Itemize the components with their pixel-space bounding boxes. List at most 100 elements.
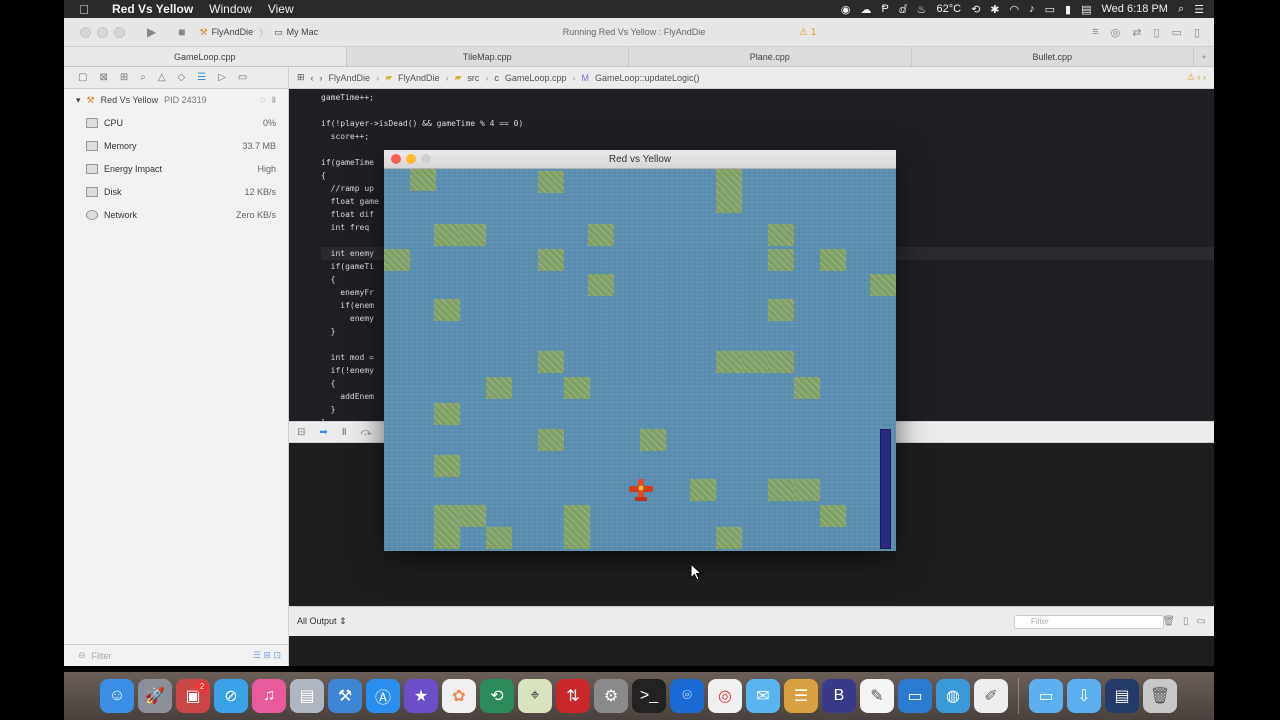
gauge-disk[interactable]: Disk 12 KB/s <box>64 180 288 203</box>
tab-bullet[interactable]: Bullet.cpp <box>912 47 1194 66</box>
symbol-navigator-icon[interactable]: ⊞ <box>120 72 128 83</box>
wifi-icon[interactable]: ◠ <box>1010 3 1020 16</box>
jumpbar-folder[interactable]: src <box>467 73 479 83</box>
app-menu[interactable]: Red Vs Yellow <box>104 2 201 16</box>
split-view-icon[interactable]: ▯ <box>1183 616 1189 627</box>
filter-options-icon[interactable]: ☰ ⊞ ⊡ <box>253 650 281 661</box>
time-machine-icon[interactable]: ⟲ <box>971 3 980 16</box>
launchpad-icon[interactable]: 🚀 <box>138 679 172 713</box>
minimize-button[interactable] <box>97 26 108 38</box>
screenshot-stack-icon[interactable]: ▤ <box>1105 679 1139 713</box>
bbedit-icon[interactable]: B <box>822 679 856 713</box>
game-minimize-button[interactable] <box>406 154 416 164</box>
assistant-editor-icon[interactable]: ◎ <box>1111 26 1121 39</box>
network-utility-icon[interactable]: ◍ <box>936 679 970 713</box>
console-filter-input[interactable]: Filter <box>1014 614 1164 629</box>
debug-area-toggle-icon[interactable]: ▭ <box>1172 26 1182 39</box>
notification-center-icon[interactable]: ☰ <box>1194 3 1204 16</box>
close-button[interactable] <box>80 26 91 38</box>
time-machine-icon[interactable]: ⟲ <box>480 679 514 713</box>
navigator-filter[interactable]: ⊖ Filter ☰ ⊞ ⊡ <box>64 644 289 666</box>
imovie-icon[interactable]: ★ <box>404 679 438 713</box>
console-toggle-icon[interactable]: ▭ <box>1197 616 1206 627</box>
gauge-cpu[interactable]: CPU 0% <box>64 111 288 134</box>
view-menu[interactable]: View <box>260 2 302 16</box>
pause-continue-icon[interactable]: Ⅱ <box>342 427 347 438</box>
keynote-icon[interactable]: ▭ <box>898 679 932 713</box>
issue-navigator-icon[interactable]: △ <box>158 72 166 83</box>
output-selector[interactable]: All Output ⇕ <box>297 616 347 627</box>
applications-folder-icon[interactable]: ▭ <box>1029 679 1063 713</box>
game-close-button[interactable] <box>391 154 401 164</box>
terminal-icon[interactable]: >_ <box>632 679 666 713</box>
jumpbar-file[interactable]: GameLoop.cpp <box>505 73 567 83</box>
related-items-icon[interactable]: ⊞ <box>297 72 305 83</box>
test-navigator-icon[interactable]: ◇ <box>178 72 186 83</box>
trash-icon[interactable]: 🗑 <box>1143 679 1177 713</box>
add-tab-icon[interactable]: + <box>1194 47 1214 66</box>
source-control-icon[interactable]: ⊠ <box>99 72 107 83</box>
tab-gameloop[interactable]: GameLoop.cpp <box>64 47 347 66</box>
jumpbar-symbol[interactable]: GameLoop::updateLogic() <box>595 73 700 83</box>
app-store-icon[interactable]: Ⓐ <box>366 679 400 713</box>
airplay-icon[interactable]: ▭ <box>1045 3 1055 16</box>
back-icon[interactable]: ‹ <box>311 73 314 83</box>
warning-indicator[interactable]: ⚠ 1 <box>799 27 816 38</box>
safari-icon[interactable]: ⊘ <box>214 679 248 713</box>
clock[interactable]: Wed 6:18 PM <box>1102 3 1168 15</box>
navigator-toggle-icon[interactable]: ▯ <box>1153 26 1159 39</box>
volume-icon[interactable]: ♪ <box>1029 3 1035 15</box>
downloads-folder-icon[interactable]: ⇩ <box>1067 679 1101 713</box>
debug-navigator-icon[interactable]: ☰ <box>197 72 206 83</box>
chrome-icon[interactable]: ◎ <box>708 679 742 713</box>
report-navigator-icon[interactable]: ▭ <box>238 72 247 83</box>
gauge-network[interactable]: Network Zero KB/s <box>64 203 288 226</box>
apple-menu-icon[interactable]:  <box>64 2 104 17</box>
spotlight-icon[interactable]: ⌕ <box>1178 3 1184 16</box>
pause-icon[interactable]: Ⅱ <box>272 95 276 106</box>
jumpbar-group[interactable]: FlyAndDie <box>398 73 440 83</box>
record-icon[interactable]: ◉ <box>841 3 851 16</box>
forward-icon[interactable]: › <box>320 73 323 83</box>
gauge-energy[interactable]: Energy Impact High <box>64 157 288 180</box>
utilities-toggle-icon[interactable]: ▯ <box>1194 26 1200 39</box>
itunes-icon[interactable]: ♫ <box>252 679 286 713</box>
warning-icon[interactable]: ⚠ ‹ › <box>1187 72 1206 83</box>
stop-button[interactable]: ■ <box>178 25 185 39</box>
location-icon[interactable]: ⌾ <box>670 679 704 713</box>
standard-editor-icon[interactable]: ≡ <box>1092 26 1098 39</box>
photos-booth-icon[interactable]: ▣ 2 <box>176 679 210 713</box>
disclosure-icon[interactable]: ▾ <box>76 95 81 106</box>
project-navigator-icon[interactable]: ▢ <box>78 72 87 83</box>
filezilla-icon[interactable]: ⇅ <box>556 679 590 713</box>
input-source-icon[interactable]: ▤ <box>1081 3 1091 16</box>
hide-debug-area-icon[interactable]: ⊟ <box>297 427 305 438</box>
bluetooth-icon[interactable]: ✱ <box>990 3 999 16</box>
tab-plane[interactable]: Plane.cpp <box>629 47 912 66</box>
game-zoom-button[interactable] <box>421 154 431 164</box>
p-icon[interactable]: Ᵽ <box>881 3 888 15</box>
textedit-icon[interactable]: ✎ <box>860 679 894 713</box>
photos-icon[interactable]: ✿ <box>442 679 476 713</box>
maps-icon[interactable]: ⌖ <box>518 679 552 713</box>
system-preferences-icon[interactable]: ⚙ <box>594 679 628 713</box>
temperature-readout[interactable]: 62°C <box>937 3 962 15</box>
scheme-selector[interactable]: ⚒ FlyAndDie 〉 ▭ My Mac <box>199 26 318 39</box>
finder-icon[interactable]: ☺ <box>100 679 134 713</box>
gauge-memory[interactable]: Memory 33.7 MB <box>64 134 288 157</box>
trash-icon[interactable]: 🗑 <box>1162 616 1175 627</box>
run-button[interactable]: ▶ <box>147 25 156 39</box>
zoom-button[interactable] <box>114 26 125 38</box>
battery-icon[interactable]: ▮ <box>1065 3 1071 16</box>
window-menu[interactable]: Window <box>201 2 260 16</box>
thermometer-icon[interactable]: ♨ <box>917 3 927 16</box>
cloud-icon[interactable]: ☁ <box>860 3 871 16</box>
breakpoints-toggle-icon[interactable]: ➡ <box>319 427 327 438</box>
version-editor-icon[interactable]: ⇄ <box>1132 26 1141 39</box>
script-editor-icon[interactable]: ✐ <box>974 679 1008 713</box>
messages-icon[interactable]: ✉ <box>746 679 780 713</box>
tab-tilemap[interactable]: TileMap.cpp <box>347 47 629 66</box>
step-over-icon[interactable]: ⤼ <box>361 427 372 438</box>
jumpbar-project[interactable]: FlyAndDie <box>329 73 371 83</box>
game-canvas[interactable] <box>384 169 896 551</box>
